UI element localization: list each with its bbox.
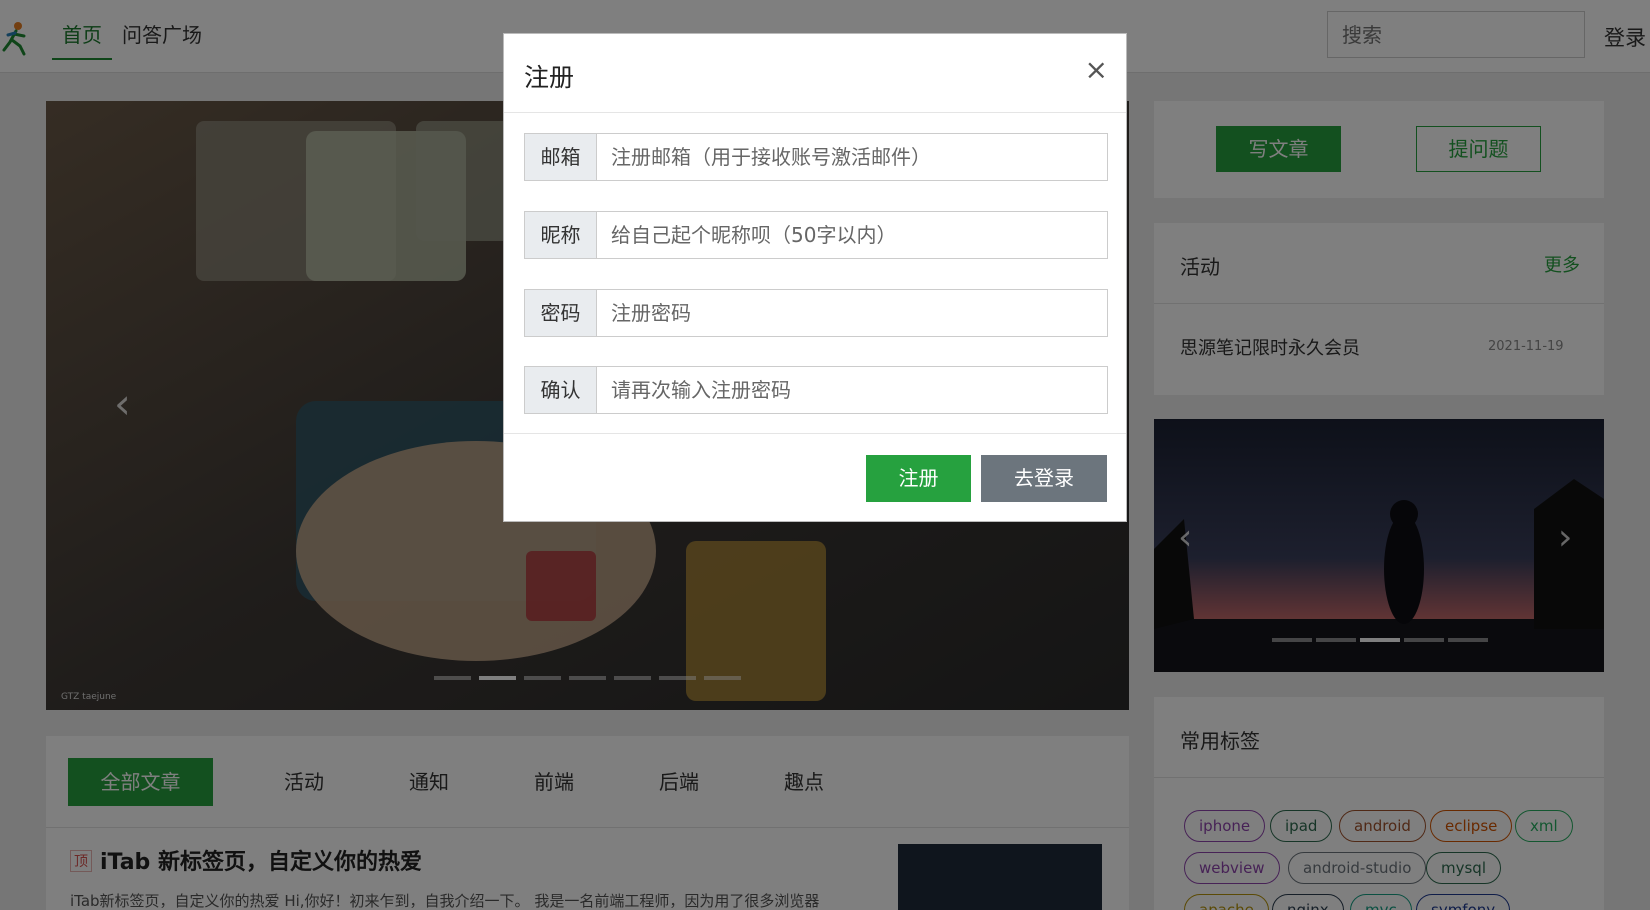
- go-login-button[interactable]: 去登录: [981, 455, 1107, 502]
- confirm-label: 确认: [525, 367, 597, 413]
- password-label: 密码: [525, 290, 597, 336]
- password-row: 密码: [524, 289, 1108, 337]
- confirm-password-field[interactable]: [597, 367, 1107, 413]
- register-modal: 注册 × 邮箱 昵称 密码 确认 注册 去登录: [503, 33, 1127, 522]
- email-label: 邮箱: [525, 134, 597, 180]
- modal-title: 注册: [524, 63, 575, 92]
- modal-header: 注册 ×: [504, 34, 1126, 113]
- email-field[interactable]: [597, 134, 1107, 180]
- email-row: 邮箱: [524, 133, 1108, 181]
- nickname-row: 昵称: [524, 211, 1108, 259]
- modal-footer: 注册 去登录: [504, 433, 1126, 521]
- password-field[interactable]: [597, 290, 1107, 336]
- confirm-row: 确认: [524, 366, 1108, 414]
- register-button[interactable]: 注册: [866, 455, 971, 502]
- nickname-field[interactable]: [597, 212, 1107, 258]
- nickname-label: 昵称: [525, 212, 597, 258]
- close-icon[interactable]: ×: [1085, 56, 1108, 84]
